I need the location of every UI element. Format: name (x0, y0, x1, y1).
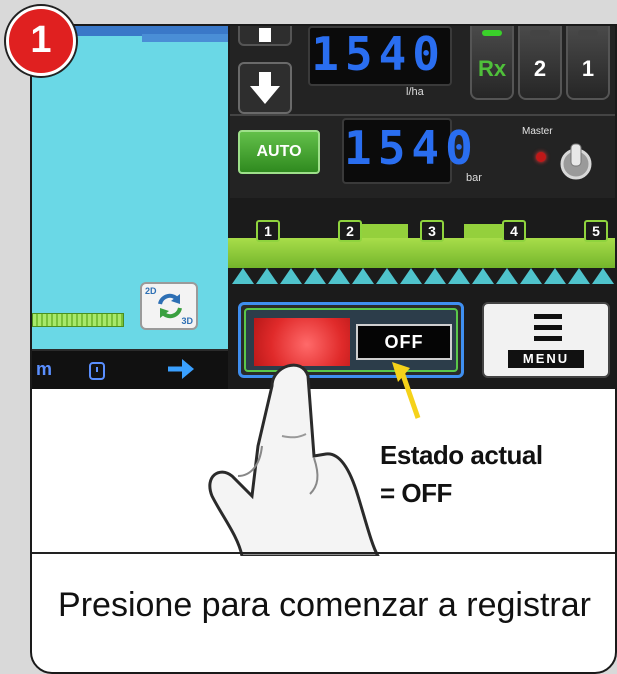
field-map: 2D 3D (32, 26, 228, 349)
menu-icon (534, 314, 562, 341)
rate-unit: l/ha (406, 86, 424, 98)
section-2-button[interactable]: 2 (338, 220, 362, 242)
annotation-line-2: = OFF (380, 478, 452, 508)
spray-nozzle-icon (280, 268, 302, 284)
master-label: Master (522, 126, 553, 137)
section-1-button[interactable]: 1 (256, 220, 280, 242)
spray-nozzle-icon (424, 268, 446, 284)
spray-nozzle-icon (496, 268, 518, 284)
preset-rx-button[interactable]: Rx (470, 26, 514, 100)
spray-nozzle-icon (256, 268, 278, 284)
master-switch[interactable]: Master (520, 122, 612, 192)
rate-up-button[interactable] (238, 26, 292, 46)
spray-nozzle-icon (352, 268, 374, 284)
instruction-caption: Presione para comenzar a registrar (58, 586, 591, 624)
arrow-up-icon (259, 28, 271, 42)
current-state-annotation: Estado actual = OFF (380, 436, 543, 512)
annotation-line-1: Estado actual (380, 440, 543, 470)
preset-2-button[interactable]: 2 (518, 26, 562, 100)
master-led (536, 152, 546, 162)
clock-icon (89, 362, 105, 380)
menu-label: MENU (508, 350, 584, 368)
spray-nozzle-icon (400, 268, 422, 284)
spray-nozzle-icon (376, 268, 398, 284)
toggle-switch-icon (560, 143, 592, 180)
refresh-icon (158, 293, 182, 319)
caption-divider (32, 552, 615, 554)
arrow-right-icon[interactable] (166, 357, 196, 381)
view-2d-3d-toggle[interactable]: 2D 3D (140, 282, 198, 330)
spray-nozzle-icon (520, 268, 542, 284)
rate-presets: Rx 2 1 (466, 26, 615, 106)
map-footer: m (32, 349, 228, 389)
label-2d: 2D (145, 286, 157, 296)
instruction-card: 2D 3D m 1540 l/ha Rx 2 1 AUTO 1540 bar M… (30, 24, 617, 674)
spray-nozzle-icon (448, 268, 470, 284)
rate-display: 1540 (308, 26, 452, 86)
map-strip-2 (142, 34, 228, 42)
spray-nozzle-icon (232, 268, 254, 284)
pressure-unit: bar (466, 172, 482, 184)
boom-sections: 1 2 3 4 5 (228, 202, 615, 292)
map-units: m (36, 359, 52, 379)
menu-button[interactable]: MENU (482, 302, 610, 378)
coverage-bar (32, 313, 124, 327)
step-number-badge: 1 (6, 6, 76, 76)
preset-1-button[interactable]: 1 (566, 26, 610, 100)
spray-nozzle-icon (544, 268, 566, 284)
spray-nozzle-icon (328, 268, 350, 284)
section-5-button[interactable]: 5 (584, 220, 608, 242)
auto-button[interactable]: AUTO (238, 130, 320, 174)
section-3-button[interactable]: 3 (420, 220, 444, 242)
spray-nozzle-icon (568, 268, 590, 284)
arrow-down-icon (250, 72, 280, 104)
label-3d: 3D (181, 316, 193, 326)
section-4-button[interactable]: 4 (502, 220, 526, 242)
rate-down-button[interactable] (238, 62, 292, 114)
pressure-display: 1540 (342, 118, 473, 184)
panel-divider (230, 114, 615, 116)
spray-nozzle-icon (304, 268, 326, 284)
spray-nozzle-icon (472, 268, 494, 284)
spray-nozzle-icon (592, 268, 614, 284)
control-panel: 1540 l/ha Rx 2 1 AUTO 1540 bar Master (230, 26, 615, 198)
